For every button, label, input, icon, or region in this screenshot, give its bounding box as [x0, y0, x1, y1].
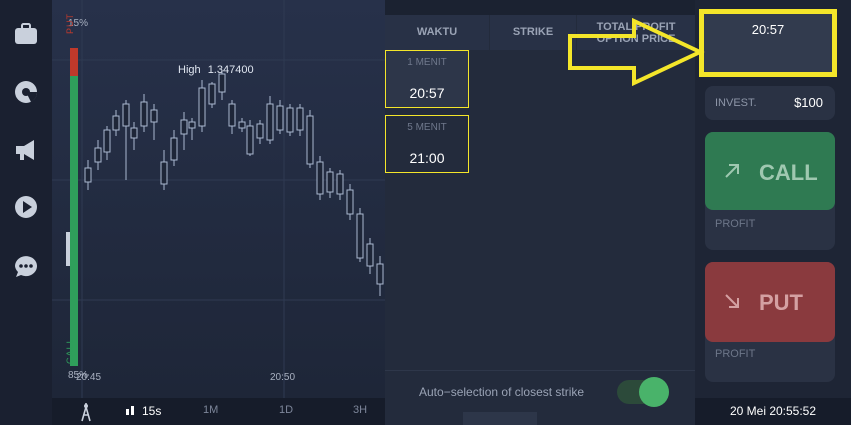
candle-body [238, 121, 246, 129]
candle-body [130, 127, 138, 139]
megaphone-icon[interactable] [12, 136, 40, 164]
candle-body [94, 147, 102, 163]
strike-scroll-tab[interactable] [463, 412, 537, 425]
auto-selection-label: Auto−selection of closest strike [419, 385, 585, 399]
candle-body [170, 137, 178, 161]
expiry-time-2: 21:00 [409, 150, 445, 166]
candlestick-plot [52, 0, 385, 398]
sidebar [0, 0, 52, 425]
time-label-mid: 20:50 [270, 372, 296, 383]
candle-body [218, 73, 226, 93]
expiry-option-2[interactable]: 5 MENIT 21:00 [385, 115, 469, 173]
expiry-option-1[interactable]: 1 MENIT 20:57 [385, 50, 469, 108]
put-gauge [70, 48, 78, 76]
briefcase-icon[interactable] [12, 20, 40, 48]
candle-body [112, 115, 120, 131]
candle-body [122, 103, 130, 127]
toggle-knob [639, 377, 669, 407]
call-card: CALL PROFIT [705, 132, 835, 250]
arrow-down-right-icon [725, 294, 739, 308]
candle-body [366, 243, 374, 267]
candle-body [316, 161, 324, 195]
candle-body [296, 107, 304, 131]
candle-body [356, 213, 364, 259]
candle-body [198, 87, 206, 127]
tools-icon[interactable] [78, 402, 94, 422]
gauge-call-label: CALL [65, 337, 75, 364]
trade-panel: 20:57 INVEST. $100 CALL PROFIT PUT PROFI… [695, 0, 851, 425]
candle-body [266, 103, 274, 141]
call-profit-label: PROFIT [715, 218, 756, 230]
expiry-time-value: 20:57 [751, 22, 785, 37]
price-chart[interactable]: 15% 85% PUT CALL High 1.347400 20:45 20:… [52, 0, 385, 398]
candle-body [286, 107, 294, 133]
candle-body [326, 171, 334, 193]
chart-toolbar: 15s 1M 1D 3H [52, 398, 385, 425]
timeframe-1d[interactable]: 1D [279, 404, 293, 416]
candle-body [208, 83, 216, 105]
candle-body [140, 101, 148, 127]
put-label: PUT [759, 290, 803, 315]
call-gauge [70, 76, 78, 366]
highlight-arrow-icon [568, 18, 705, 86]
call-label: CALL [759, 160, 818, 185]
invest-value: $100 [794, 95, 823, 110]
invest-label: INVEST. [715, 97, 757, 109]
candle-body [84, 167, 92, 183]
chat-icon[interactable] [12, 252, 40, 280]
candle-body [160, 161, 168, 185]
chart-grid [52, 0, 385, 398]
candle-body [346, 189, 354, 215]
candle-body [256, 123, 264, 139]
timeframe-1m[interactable]: 1M [203, 404, 218, 416]
expiry-time-1: 20:57 [409, 85, 445, 101]
play-icon[interactable] [12, 193, 40, 221]
invest-field[interactable]: INVEST. $100 [705, 86, 835, 120]
col-waktu: WAKTU [385, 15, 489, 50]
interval-selector[interactable]: 15s [142, 404, 161, 418]
candle-body [306, 115, 314, 165]
clock-bar: 20 Mei 20:55:52 [695, 398, 851, 425]
put-profit-label: PROFIT [715, 348, 756, 360]
candle-body [376, 263, 384, 285]
high-annotation: High 1.347400 [178, 64, 254, 76]
current-price-marker [66, 232, 70, 266]
col-strike: STRIKE [490, 15, 576, 50]
candle-body [103, 129, 111, 153]
put-card: PUT PROFIT [705, 262, 835, 382]
candle-body [188, 121, 196, 129]
auto-selection-toggle[interactable] [617, 377, 669, 407]
expiry-label-2: 5 MENIT [407, 122, 447, 133]
expiry-time-button[interactable]: 20:57 [699, 9, 837, 77]
arrow-up-right-icon [725, 164, 739, 178]
divider [385, 370, 695, 371]
candle-body [180, 119, 188, 135]
pie-chart-icon[interactable] [12, 78, 40, 106]
candle-body [246, 125, 254, 155]
candle-body [276, 105, 284, 131]
gauge-put-label: PUT [65, 13, 75, 34]
candle-icon[interactable] [125, 405, 139, 417]
candle-body [150, 109, 158, 123]
put-button[interactable]: PUT [705, 262, 835, 342]
time-label-left: 20:45 [76, 372, 102, 383]
high-value: 1.347400 [207, 64, 254, 76]
high-label: High [178, 64, 201, 76]
clock: 20 Mei 20:55:52 [729, 404, 817, 418]
candle-body [336, 173, 344, 195]
expiry-label-1: 1 MENIT [407, 57, 447, 68]
call-button[interactable]: CALL [705, 132, 835, 210]
timeframe-3h[interactable]: 3H [353, 404, 367, 416]
candle-body [228, 103, 236, 127]
